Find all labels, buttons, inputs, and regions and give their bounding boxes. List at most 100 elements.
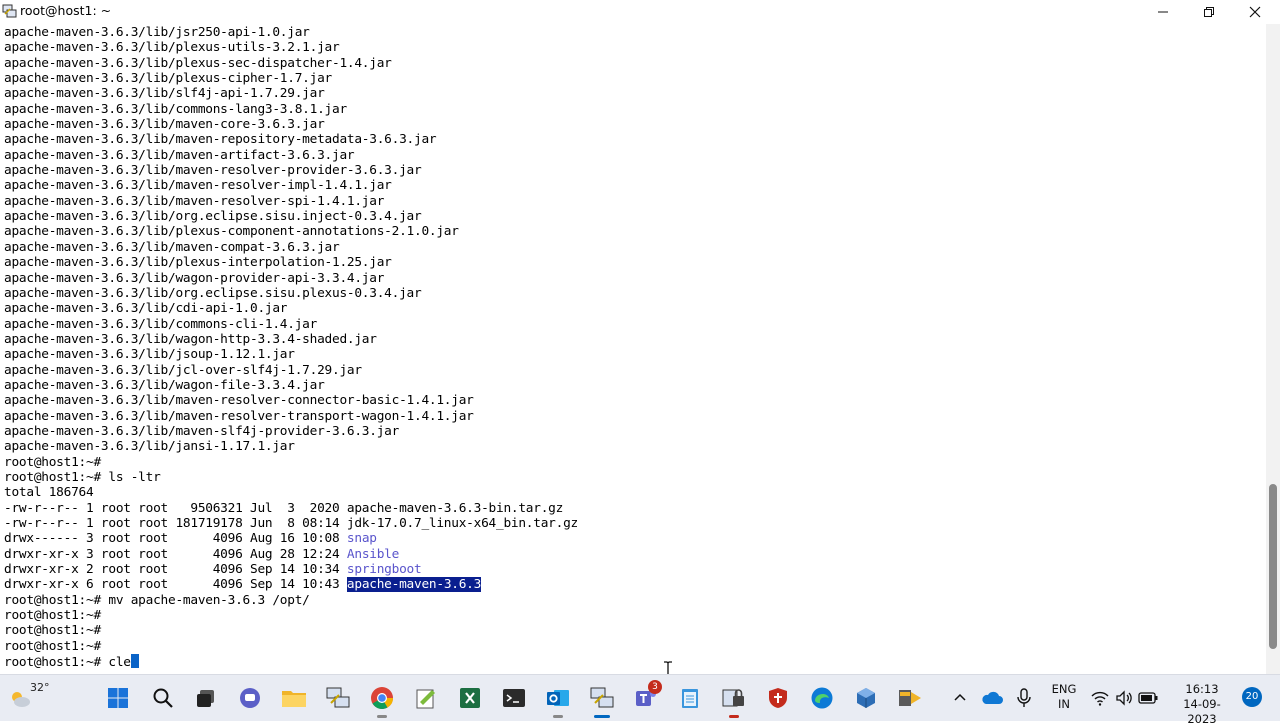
windows-start-icon (108, 688, 128, 708)
shell-prompt: root@host1:~# (4, 655, 109, 671)
terminal-line: apache-maven-3.6.3/lib/maven-slf4j-provi… (4, 423, 400, 439)
clock-time: 16:13 (1185, 682, 1219, 696)
close-icon (1249, 6, 1261, 18)
terminal-line: apache-maven-3.6.3/lib/org.eclipse.sisu.… (4, 209, 422, 225)
terminal-line: apache-maven-3.6.3/lib/maven-resolver-co… (4, 393, 474, 409)
security-tool-button[interactable] (718, 682, 750, 718)
terminal-line: total 186764 (4, 485, 94, 501)
virtualbox-button[interactable] (850, 682, 882, 714)
selected-directory-name[interactable]: apache-maven-3.6.3 (346, 577, 481, 593)
terminal-line: root@host1:~# (4, 623, 101, 639)
search-button[interactable] (147, 682, 179, 714)
volume-icon (1116, 690, 1132, 706)
start-button[interactable] (102, 682, 134, 714)
weather-widget[interactable]: 32° (8, 679, 58, 717)
network-button[interactable] (1088, 682, 1112, 714)
terminal-line: apache-maven-3.6.3/lib/maven-resolver-im… (4, 178, 392, 194)
terminal-line: -rw-r--r-- 1 root root 9506321 Jul 3 202… (4, 500, 564, 516)
task-view-button[interactable] (190, 682, 222, 714)
running-indicator (729, 715, 739, 718)
wifi-icon (1091, 691, 1109, 706)
terminal-line: apache-maven-3.6.3/lib/jsr250-api-1.0.ja… (4, 25, 310, 40)
clock-date: 14-09-2023 (1183, 697, 1221, 726)
volume-button[interactable] (1112, 682, 1136, 714)
maximize-button[interactable] (1186, 0, 1232, 24)
putty-active-button[interactable] (586, 682, 618, 718)
chrome-button[interactable] (366, 682, 398, 718)
terminal-line: apache-maven-3.6.3/lib/maven-core-3.6.3.… (4, 117, 325, 133)
microphone-button[interactable] (1010, 682, 1038, 714)
excel-icon (460, 688, 480, 708)
taskbar: 32° 3 ENG IN 16:13 14-09-2023 20 (0, 674, 1280, 726)
directory-name: springboot (346, 562, 422, 578)
battery-button[interactable] (1136, 682, 1160, 714)
terminal-line: root@host1:~# (4, 608, 101, 624)
active-indicator (594, 715, 610, 718)
terminal-line: apache-maven-3.6.3/lib/wagon-http-3.3.4-… (4, 331, 377, 347)
notepad-plus-button[interactable] (410, 682, 442, 714)
terminal-line: -rw-r--r-- 1 root root 181719178 Jun 8 0… (4, 516, 578, 531)
excel-button[interactable] (454, 682, 486, 714)
microphone-icon (1017, 688, 1031, 707)
terminal-line: apache-maven-3.6.3/lib/maven-resolver-tr… (4, 408, 474, 424)
shield-app-button[interactable] (762, 682, 794, 714)
notepad-button[interactable] (674, 682, 706, 714)
terminal-line: apache-maven-3.6.3/lib/plexus-component-… (4, 224, 459, 240)
terminal-line: apache-maven-3.6.3/lib/jcl-over-slf4j-1.… (4, 362, 362, 378)
show-hidden-icons-button[interactable] (946, 682, 974, 714)
terminal-line: apache-maven-3.6.3/lib/maven-resolver-sp… (4, 193, 385, 209)
directory-listing-row: drwxr-xr-x 3 root root 4096 Aug 28 12:24… (4, 547, 578, 562)
terminal-line: apache-maven-3.6.3/lib/wagon-provider-ap… (4, 270, 385, 286)
outlook-icon (547, 690, 569, 706)
maximize-icon (1204, 7, 1214, 17)
file-explorer-button[interactable] (278, 682, 310, 714)
chrome-icon (371, 687, 393, 709)
edge-button[interactable] (806, 682, 838, 714)
virtualbox-icon (857, 688, 875, 708)
command-input[interactable]: cle (108, 655, 131, 670)
language-indicator[interactable]: ENG IN (1046, 682, 1082, 712)
winscp-button[interactable] (894, 682, 926, 714)
directory-listing-row: drwx------ 3 root root 4096 Aug 16 10:08… (4, 531, 578, 546)
task-view-icon (197, 690, 214, 707)
running-indicator (377, 715, 387, 718)
teams-button[interactable]: 3 (630, 680, 662, 714)
putty-icon (2, 4, 17, 18)
putty-active-icon (590, 687, 614, 708)
terminal-line: apache-maven-3.6.3/lib/org.eclipse.sisu.… (4, 285, 422, 301)
system-clock[interactable]: 16:13 14-09-2023 (1170, 682, 1234, 727)
minimize-button[interactable] (1140, 0, 1186, 24)
listing-attributes: drwxr-xr-x 2 root root 4096 Sep 14 10:34 (4, 562, 347, 578)
terminal-button[interactable] (498, 682, 530, 714)
terminal-line: root@host1:~# (4, 638, 101, 654)
security-tool-icon (722, 689, 744, 707)
terminal-line: apache-maven-3.6.3/lib/maven-repository-… (4, 132, 437, 148)
terminal-line: apache-maven-3.6.3/lib/plexus-interpolat… (4, 255, 392, 271)
onedrive-button[interactable] (978, 682, 1006, 714)
terminal-line: apache-maven-3.6.3/lib/plexus-utils-3.2.… (4, 40, 340, 56)
listing-attributes: drwxr-xr-x 3 root root 4096 Aug 28 12:24 (4, 546, 347, 562)
notification-badge[interactable]: 20 (1242, 687, 1262, 707)
notepad-icon (682, 689, 698, 708)
scrollbar-thumb[interactable] (1269, 484, 1277, 649)
putty-network-button[interactable] (322, 682, 354, 714)
winscp-icon (899, 690, 921, 706)
terminal-icon (503, 689, 525, 707)
outlook-button[interactable] (542, 682, 574, 718)
running-indicator (553, 715, 563, 718)
listing-attributes: drwx------ 3 root root 4096 Aug 16 10:08 (4, 531, 347, 547)
terminal-output[interactable]: apache-maven-3.6.3/lib/jsr250-api-1.0.ja… (0, 24, 1266, 674)
terminal-line: apache-maven-3.6.3/lib/plexus-cipher-1.7… (4, 71, 332, 87)
vertical-scrollbar[interactable] (1266, 24, 1280, 674)
terminal-line: apache-maven-3.6.3/lib/maven-artifact-3.… (4, 147, 355, 163)
terminal-line: root@host1:~# (4, 454, 101, 470)
chat-button[interactable] (234, 682, 266, 714)
title-bar[interactable]: root@host1: ~ (0, 0, 1280, 24)
terminal-line: apache-maven-3.6.3/lib/jansi-1.17.1.jar (4, 439, 295, 455)
weather-temperature: 32° (30, 681, 50, 694)
close-button[interactable] (1232, 0, 1278, 24)
putty-network-icon (326, 687, 350, 708)
terminal-line: root@host1:~# mv apache-maven-3.6.3 /opt… (4, 592, 310, 608)
terminal-line: apache-maven-3.6.3/lib/maven-resolver-pr… (4, 163, 422, 179)
command-line[interactable]: root@host1:~# cle (4, 654, 578, 671)
